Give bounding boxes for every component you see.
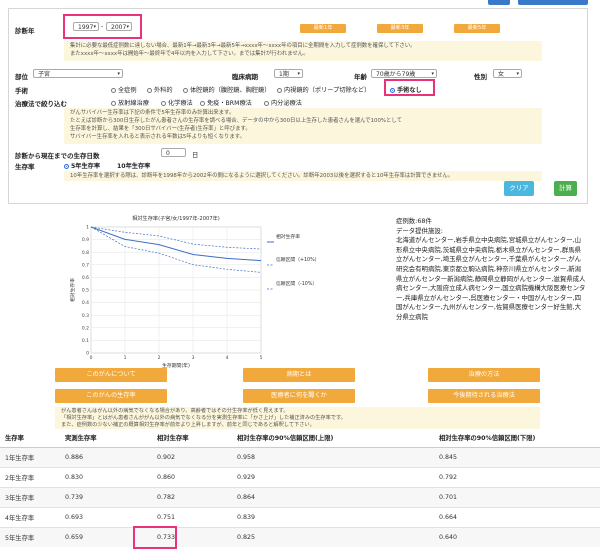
ask-doctor-button[interactable]: 医療者に何を聞くか <box>243 389 355 403</box>
surgery-option-all[interactable]: 全症例 <box>111 85 137 94</box>
x-tick-label: 3 <box>192 355 195 361</box>
legend-label: 信頼区間（-10%） <box>276 280 317 287</box>
x-tick-label: 5 <box>260 355 263 361</box>
age-label: 年齢 <box>354 73 367 81</box>
hospital-list: 北海道がんセンター,岩手県立中央病院,宮城県立がんセンター,山形県立中央病院,茨… <box>396 236 586 321</box>
future-treatment-button[interactable]: 今後期待される治療法 <box>428 389 540 403</box>
sex-label: 性別 <box>474 73 487 81</box>
provider-label: データ提供施設: <box>396 226 443 235</box>
y-tick-label: 0.7 <box>82 262 89 268</box>
preset-latest-5-button[interactable]: 最新5年 <box>454 24 500 33</box>
table-row: 5年生存率 0.659 0.733 0.825 0.640 <box>0 527 600 547</box>
top-nav-button[interactable] <box>488 0 510 5</box>
radio-selected-icon <box>64 164 69 169</box>
survivor-note: がんサバイバー生存率は下記の条件で5年生存率のみ計算出来ます。 たとえば診断から… <box>64 108 542 144</box>
rate-option-10y[interactable]: 10年生存率 <box>117 161 150 170</box>
radio-icon <box>147 88 152 93</box>
therapy-label: 治療法で絞り込む <box>15 100 67 108</box>
hospital-info: 症例数:68件 データ提供施設: 北海道がんセンター,岩手県立中央病院,宮城県立… <box>396 217 586 323</box>
stage-label: 臨床病期 <box>232 73 258 81</box>
therapy-option-chemo[interactable]: 化学療法 <box>161 98 193 107</box>
preset-latest-1-button[interactable]: 最新1年 <box>300 24 346 33</box>
col-lower: 相対生存率の90%信頼区間(下限) <box>434 428 600 448</box>
y-tick-label: 0.8 <box>82 250 89 256</box>
site-label: 部位 <box>15 73 28 81</box>
stage-button[interactable]: 病期とは <box>243 368 355 382</box>
year-highlight <box>63 14 142 39</box>
table-row: 4年生存率 0.693 0.751 0.839 0.664 <box>0 507 600 528</box>
table-row: 3年生存率 0.739 0.782 0.864 0.701 <box>0 487 600 508</box>
calc-button[interactable]: 計算 <box>554 181 577 196</box>
no-surgery-highlight <box>384 79 435 96</box>
y-tick-label: 1 <box>86 225 89 231</box>
col-observed: 実測生存率 <box>60 428 152 448</box>
rate-label: 生存率 <box>15 163 35 171</box>
table-row: 2年生存率 0.830 0.860 0.929 0.792 <box>0 467 600 488</box>
year-note: 集計に必要な最低症例数に達しない場合、最新1年→最新3年→最新5年→xxxx年〜… <box>64 41 542 61</box>
radio-icon <box>111 88 116 93</box>
chart-title: 相対生存率(子宮/女/1997年-2007年) <box>132 214 220 222</box>
y-tick-label: 0.5 <box>82 288 89 294</box>
case-count: 症例数:68件 <box>396 217 432 225</box>
relative-survival-chart: 相対生存率(子宮/女/1997年-2007年) 0 0.1 0.2 0.3 0.4 0.5 0… <box>69 214 319 369</box>
radio-icon <box>200 101 205 106</box>
rate-note: 10年生存率を選択する際は、診断年を1998年から2002年の間になるように選択… <box>64 171 542 181</box>
radio-icon <box>111 101 116 106</box>
days-label: 診断から現在までの生存日数 <box>15 152 100 160</box>
diag-year-label: 診断年 <box>15 27 35 35</box>
table-header-row: 生存率 実測生存率 相対生存率 相対生存率の90%信頼区間(上限) 相対生存率の… <box>0 428 600 448</box>
results-table: 生存率 実測生存率 相対生存率 相対生存率の90%信頼区間(上限) 相対生存率の… <box>0 428 600 547</box>
col-relative: 相対生存率 <box>152 428 232 448</box>
y-tick-label: 0.3 <box>82 313 89 319</box>
top-nav-button[interactable] <box>518 0 588 5</box>
y-axis-label: 相対生存率 <box>69 278 76 302</box>
y-tick-label: 0.9 <box>82 237 89 243</box>
survival-rate-button[interactable]: このがんの生存率 <box>55 389 167 403</box>
surgery-option-surgical[interactable]: 外科的 <box>147 85 173 94</box>
x-tick-label: 2 <box>158 355 161 361</box>
surgery-option-endoscopic[interactable]: 内視鏡的（ポリープ切除など） <box>277 85 370 94</box>
y-tick-label: 0.6 <box>82 275 89 281</box>
age-select[interactable]: 70歳から79歳 ▾ <box>371 69 437 78</box>
y-tick-label: 0.2 <box>82 325 89 331</box>
surgery-label: 手術 <box>15 87 28 95</box>
x-tick-label: 0 <box>90 355 93 361</box>
legend-label: 信頼区間（+10%） <box>276 256 319 263</box>
x-tick-label: 4 <box>226 355 229 361</box>
relative-survival-note: がん患者さんはがん以外の病気でなくなる場合があり、高齢者ではその分生存率が低く見… <box>55 407 540 429</box>
days-unit: 日 <box>192 152 199 159</box>
therapy-option-immuno[interactable]: 免疫・BRM療法 <box>200 98 252 107</box>
site-select[interactable]: 子宮 ▾ <box>33 69 123 78</box>
x-tick-label: 1 <box>124 355 127 361</box>
treatment-button[interactable]: 治療の方法 <box>428 368 540 382</box>
radio-icon <box>264 101 269 106</box>
sex-select[interactable]: 女 ▾ <box>493 69 522 78</box>
therapy-option-endocrine[interactable]: 内分泌療法 <box>264 98 302 107</box>
clear-button[interactable]: クリア <box>504 181 534 196</box>
stage-select[interactable]: 1期 ▾ <box>274 69 303 78</box>
preset-latest-3-button[interactable]: 最新3年 <box>377 24 423 33</box>
radio-icon <box>183 88 188 93</box>
col-upper: 相対生存率の90%信頼区間(上限) <box>232 428 434 448</box>
radio-icon <box>161 101 166 106</box>
col-rate: 生存率 <box>0 428 60 448</box>
y-tick-label: 0.1 <box>82 338 89 344</box>
about-cancer-button[interactable]: このがんについて <box>55 368 167 382</box>
five-year-relative-highlight <box>133 526 177 549</box>
surgery-option-laparoscopic[interactable]: 体腔鏡的（腹腔鏡、胸腔鏡） <box>183 85 270 94</box>
legend-label: 相対生存率 <box>276 233 300 240</box>
table-row: 1年生存率 0.886 0.902 0.958 0.845 <box>0 447 600 468</box>
therapy-option-radiation[interactable]: 放射線治療 <box>111 98 149 107</box>
days-input[interactable]: 0 <box>161 148 186 157</box>
y-tick-label: 0.4 <box>82 300 89 306</box>
rate-option-5y[interactable]: 5年生存率 <box>64 161 100 170</box>
radio-icon <box>277 88 282 93</box>
